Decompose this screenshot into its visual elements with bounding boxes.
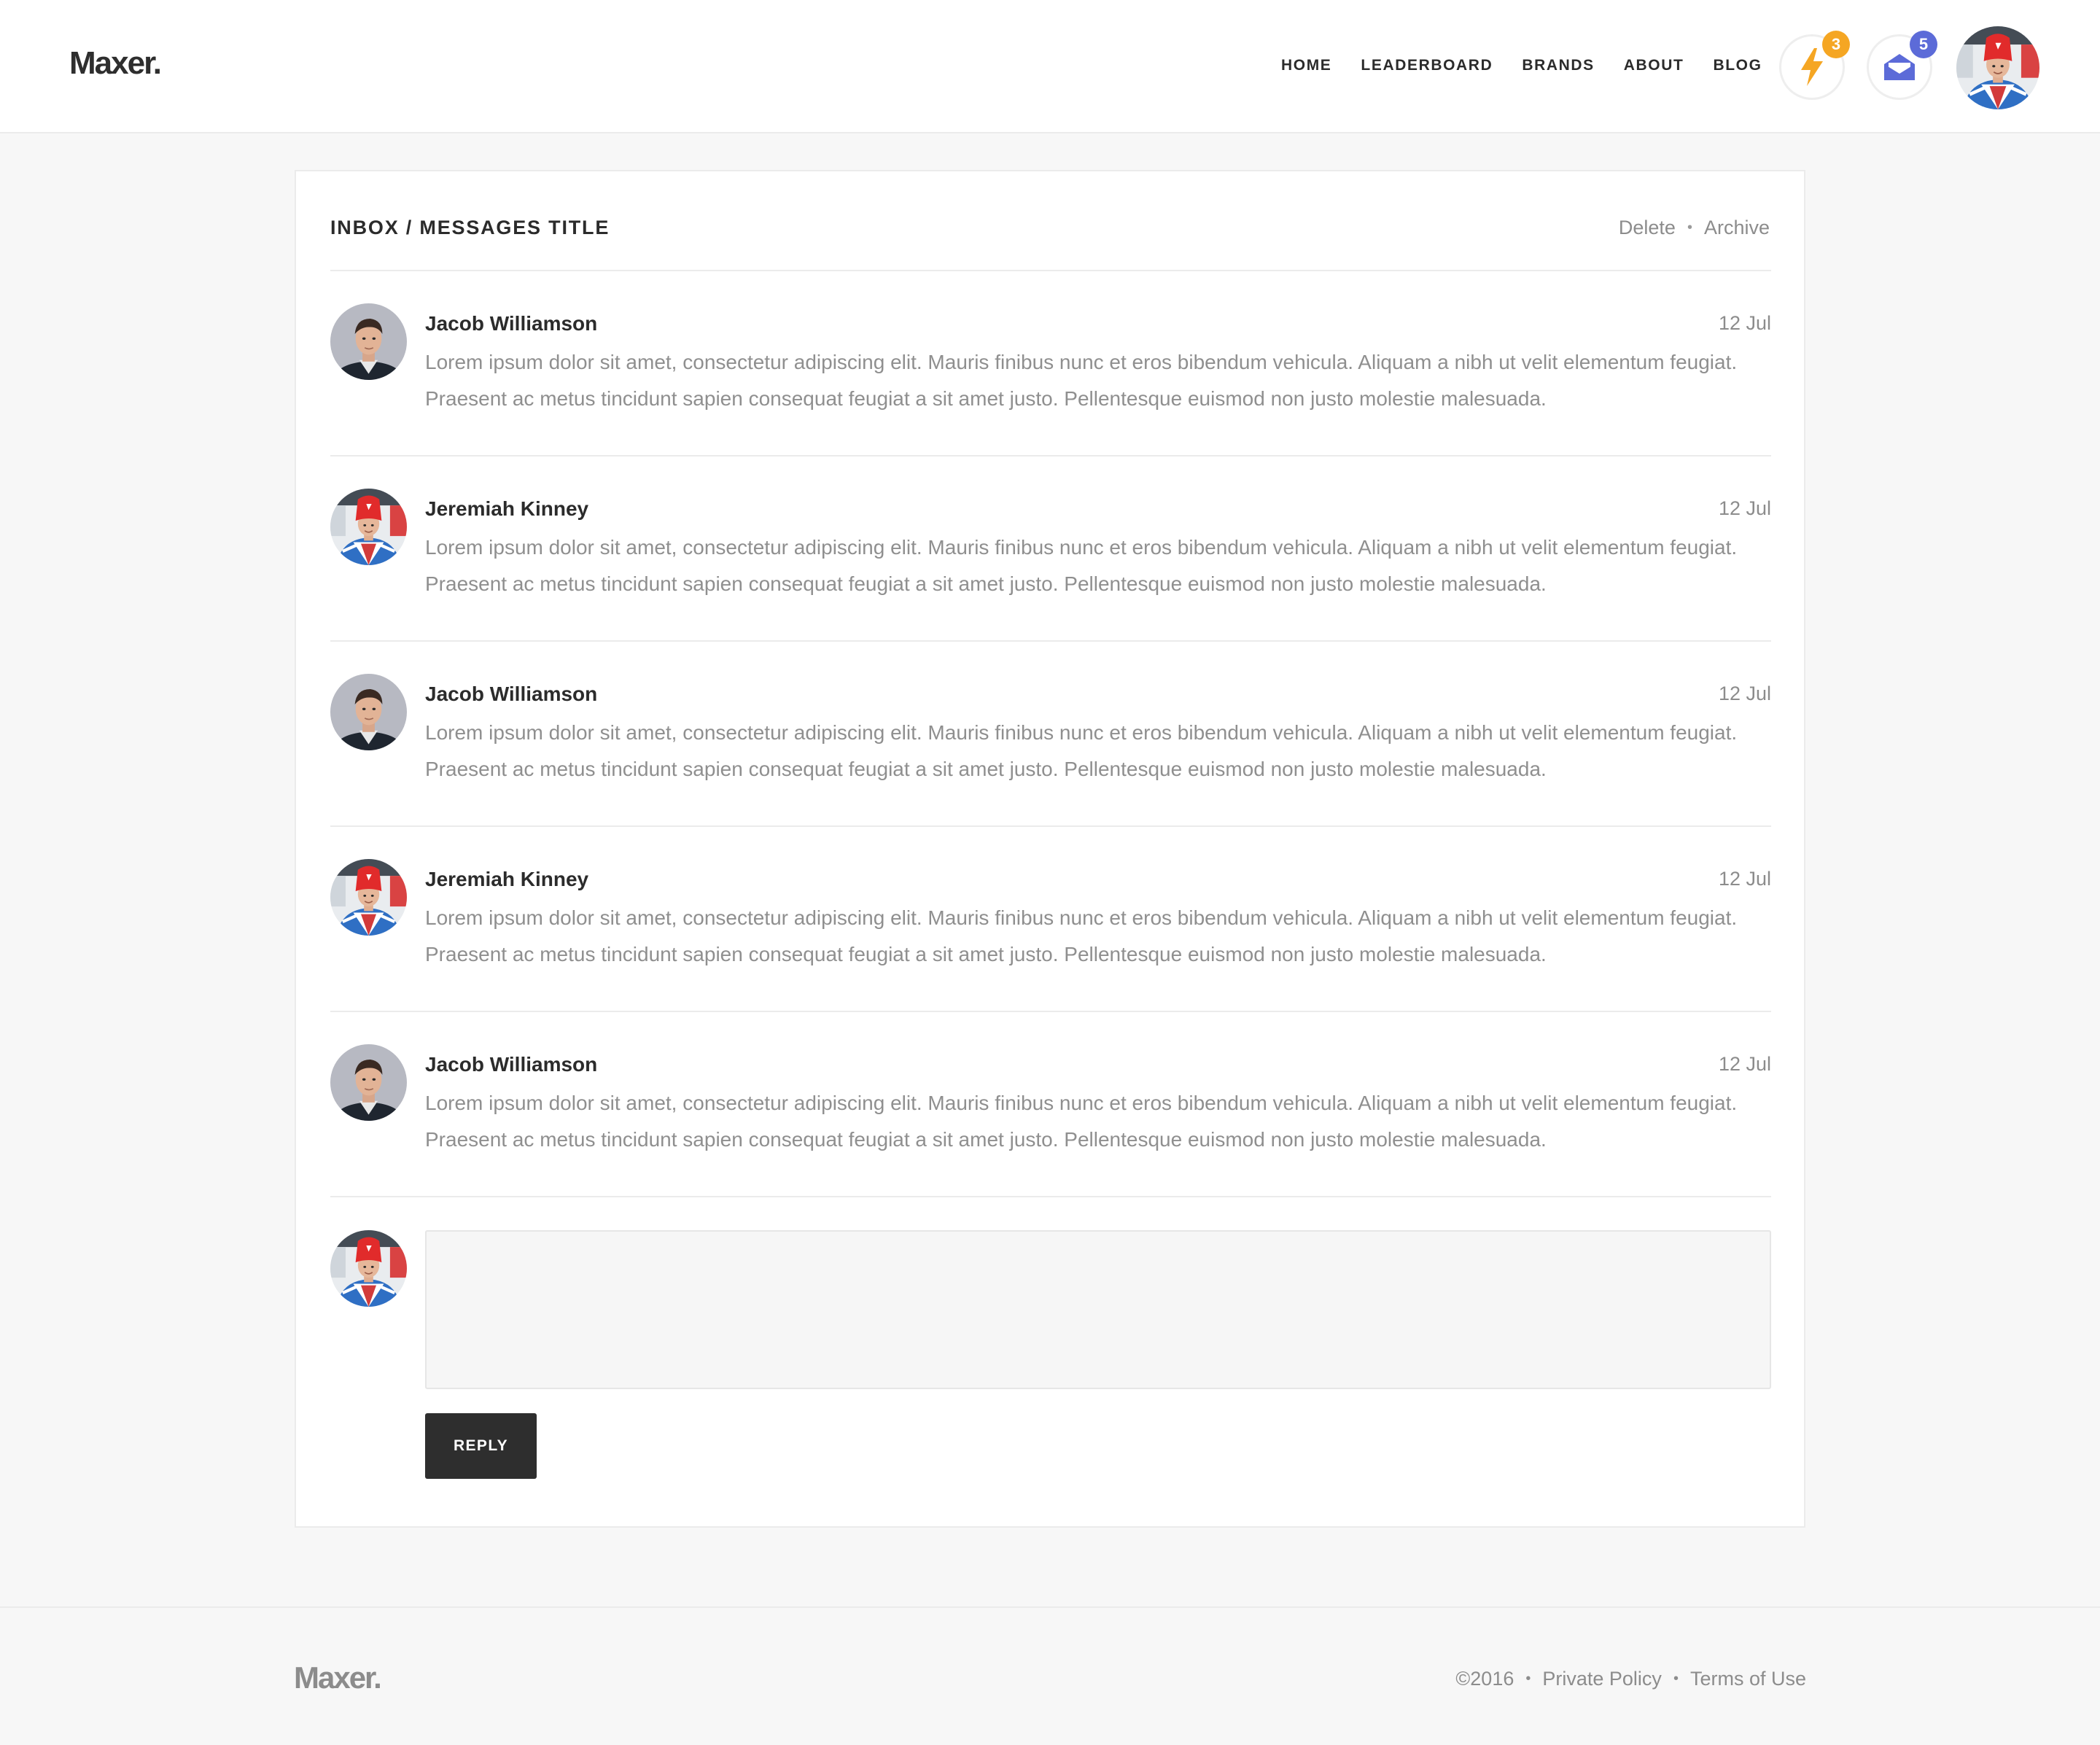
footer-separator: • bbox=[1525, 1671, 1531, 1687]
message-sender[interactable]: Jacob Williamson bbox=[425, 1053, 597, 1076]
message-body: Lorem ipsum dolor sit amet, consectetur … bbox=[425, 906, 1738, 965]
message-sender[interactable]: Jeremiah Kinney bbox=[425, 497, 588, 521]
message-item[interactable]: Jacob Williamson 12 Jul Lorem ipsum dolo… bbox=[330, 271, 1771, 456]
avatar-jacob[interactable] bbox=[330, 1044, 407, 1121]
message-item[interactable]: Jacob Williamson 12 Jul Lorem ipsum dolo… bbox=[330, 1012, 1771, 1197]
message-item[interactable]: Jeremiah Kinney 12 Jul Lorem ipsum dolor… bbox=[330, 827, 1771, 1012]
privacy-policy-link[interactable]: Private Policy bbox=[1542, 1668, 1662, 1690]
messages-count-badge: 5 bbox=[1910, 31, 1937, 58]
reply-textarea[interactable] bbox=[425, 1230, 1771, 1389]
message-date: 12 Jul bbox=[1718, 1053, 1771, 1075]
avatar-jeremiah[interactable] bbox=[330, 859, 407, 936]
brand-logo[interactable]: Maxer. bbox=[69, 45, 162, 82]
delete-button[interactable]: Delete bbox=[1619, 217, 1676, 239]
top-header: Maxer. HOME LEADERBOARD BRANDS ABOUT BLO… bbox=[0, 0, 2100, 133]
nav-leaderboard[interactable]: LEADERBOARD bbox=[1361, 57, 1493, 74]
avatar-jacob[interactable] bbox=[330, 674, 407, 750]
avatar-jacob[interactable] bbox=[330, 303, 407, 380]
message-sender[interactable]: Jeremiah Kinney bbox=[425, 868, 588, 891]
reply-avatar bbox=[330, 1230, 407, 1307]
activity-count-badge: 3 bbox=[1822, 31, 1850, 58]
footer-separator: • bbox=[1673, 1671, 1679, 1687]
main-nav: HOME LEADERBOARD BRANDS ABOUT BLOG bbox=[1281, 57, 1792, 74]
nav-about[interactable]: ABOUT bbox=[1624, 57, 1684, 74]
footer-links: ©2016 • Private Policy • Terms of Use bbox=[1455, 1668, 1806, 1690]
page-title: INBOX / MESSAGES TITLE bbox=[330, 217, 610, 238]
message-date: 12 Jul bbox=[1718, 312, 1771, 334]
copyright-text: ©2016 bbox=[1455, 1668, 1514, 1690]
activity-notifications-button[interactable]: 3 bbox=[1779, 31, 1850, 100]
page-footer: Maxer. ©2016 • Private Policy • Terms of… bbox=[0, 1606, 2100, 1745]
message-sender[interactable]: Jacob Williamson bbox=[425, 312, 597, 335]
message-date: 12 Jul bbox=[1718, 868, 1771, 890]
open-envelope-icon bbox=[1884, 54, 1915, 80]
reply-button[interactable]: REPLY bbox=[425, 1413, 537, 1479]
message-date: 12 Jul bbox=[1718, 683, 1771, 704]
avatar-jeremiah[interactable] bbox=[330, 489, 407, 565]
messages-notifications-button[interactable]: 5 bbox=[1867, 31, 1937, 100]
nav-blog[interactable]: BLOG bbox=[1713, 57, 1762, 74]
nav-brands[interactable]: BRANDS bbox=[1522, 57, 1594, 74]
nav-home[interactable]: HOME bbox=[1281, 57, 1331, 74]
message-body: Lorem ipsum dolor sit amet, consectetur … bbox=[425, 351, 1738, 410]
inbox-card: INBOX / MESSAGES TITLE Delete • Archive … bbox=[295, 170, 1805, 1528]
inbox-actions: Delete • Archive bbox=[1619, 217, 1770, 239]
footer-logo[interactable]: Maxer. bbox=[294, 1660, 382, 1695]
message-date: 12 Jul bbox=[1718, 497, 1771, 519]
message-item[interactable]: Jacob Williamson 12 Jul Lorem ipsum dolo… bbox=[330, 642, 1771, 827]
terms-of-use-link[interactable]: Terms of Use bbox=[1690, 1668, 1806, 1690]
archive-button[interactable]: Archive bbox=[1704, 217, 1770, 239]
message-item[interactable]: Jeremiah Kinney 12 Jul Lorem ipsum dolor… bbox=[330, 456, 1771, 642]
actions-separator: • bbox=[1687, 219, 1692, 236]
message-sender[interactable]: Jacob Williamson bbox=[425, 683, 597, 706]
lightning-bolt-icon bbox=[1801, 48, 1823, 86]
message-body: Lorem ipsum dolor sit amet, consectetur … bbox=[425, 1092, 1738, 1151]
message-body: Lorem ipsum dolor sit amet, consectetur … bbox=[425, 721, 1738, 780]
user-avatar[interactable] bbox=[1956, 26, 2039, 109]
message-list: Jacob Williamson 12 Jul Lorem ipsum dolo… bbox=[330, 271, 1771, 1197]
message-body: Lorem ipsum dolor sit amet, consectetur … bbox=[425, 536, 1738, 595]
